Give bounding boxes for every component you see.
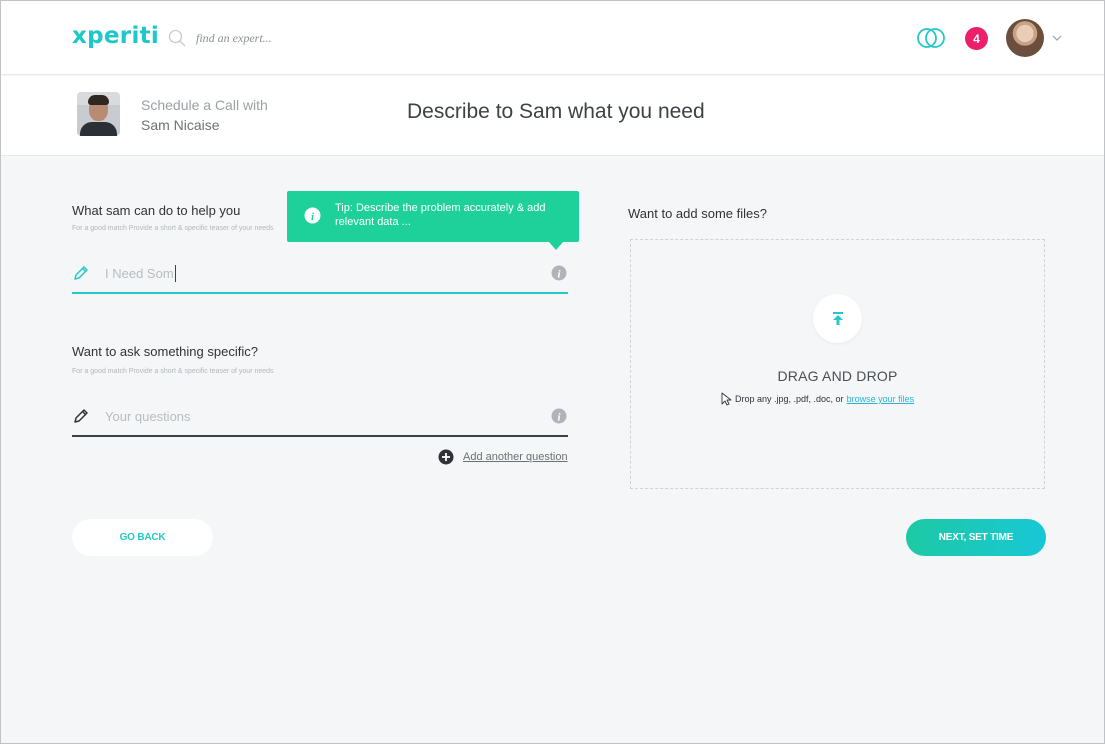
help-input[interactable]: I Need Som xyxy=(105,264,551,282)
page-title: Describe to Sam what you need xyxy=(407,100,705,123)
go-back-button[interactable]: GO BACK xyxy=(72,519,213,556)
expert-avatar xyxy=(77,92,120,136)
drag-drop-title: DRAG AND DROP xyxy=(777,368,898,384)
call-header: Schedule a Call with Sam Nicaise Describ… xyxy=(1,76,1104,156)
add-question-label[interactable]: Add another question xyxy=(463,451,568,463)
plus-circle-icon xyxy=(438,449,454,465)
question-hint: For a good match Provide a short & speci… xyxy=(72,368,274,375)
chevron-down-icon[interactable] xyxy=(1051,32,1063,44)
text-caret xyxy=(174,264,176,282)
info-icon[interactable]: i xyxy=(551,408,567,424)
next-set-time-button[interactable]: NEXT, SET TIME xyxy=(906,519,1046,556)
expert-name: Sam Nicaise xyxy=(141,117,220,133)
tip-text: Tip: Describe the problem accurately & a… xyxy=(335,202,546,228)
xperiti-logo[interactable]: xperiti xyxy=(72,23,159,49)
help-input-value: I Need Som xyxy=(105,265,174,281)
help-label: What sam can do to help you xyxy=(72,203,241,218)
cursor-icon xyxy=(721,392,732,406)
search-bar[interactable] xyxy=(167,27,346,49)
question-field[interactable]: i xyxy=(72,397,568,437)
upload-icon xyxy=(832,311,843,325)
search-input[interactable] xyxy=(196,28,346,48)
top-nav: xperiti 4 xyxy=(1,1,1104,75)
question-label: Want to ask something specific? xyxy=(72,344,258,359)
drop-instructions: Drop any .jpg, .pdf, .doc, or browse you… xyxy=(721,392,914,406)
question-input[interactable] xyxy=(105,404,551,428)
browse-files-link[interactable]: browse your files xyxy=(847,394,915,404)
file-dropzone[interactable]: DRAG AND DROP Drop any .jpg, .pdf, .doc,… xyxy=(630,239,1045,489)
drop-text: Drop any .jpg, .pdf, .doc, or xyxy=(735,394,844,404)
notification-badge[interactable]: 4 xyxy=(965,27,988,50)
help-field[interactable]: I Need Som i xyxy=(72,254,568,294)
upload-button[interactable] xyxy=(813,294,862,343)
user-avatar[interactable] xyxy=(1006,19,1044,57)
add-question-button[interactable]: Add another question xyxy=(438,449,568,465)
info-icon: i xyxy=(304,207,321,224)
files-label: Want to add some files? xyxy=(628,206,767,221)
info-icon[interactable]: i xyxy=(551,265,567,281)
pencil-icon xyxy=(74,266,88,280)
rings-icon[interactable] xyxy=(915,25,947,51)
schedule-label: Schedule a Call with xyxy=(141,97,268,113)
search-icon xyxy=(168,29,186,47)
tip-tooltip: i Tip: Describe the problem accurately &… xyxy=(287,191,579,250)
help-hint: For a good match Provide a short & speci… xyxy=(72,225,274,232)
pencil-icon xyxy=(74,409,88,423)
